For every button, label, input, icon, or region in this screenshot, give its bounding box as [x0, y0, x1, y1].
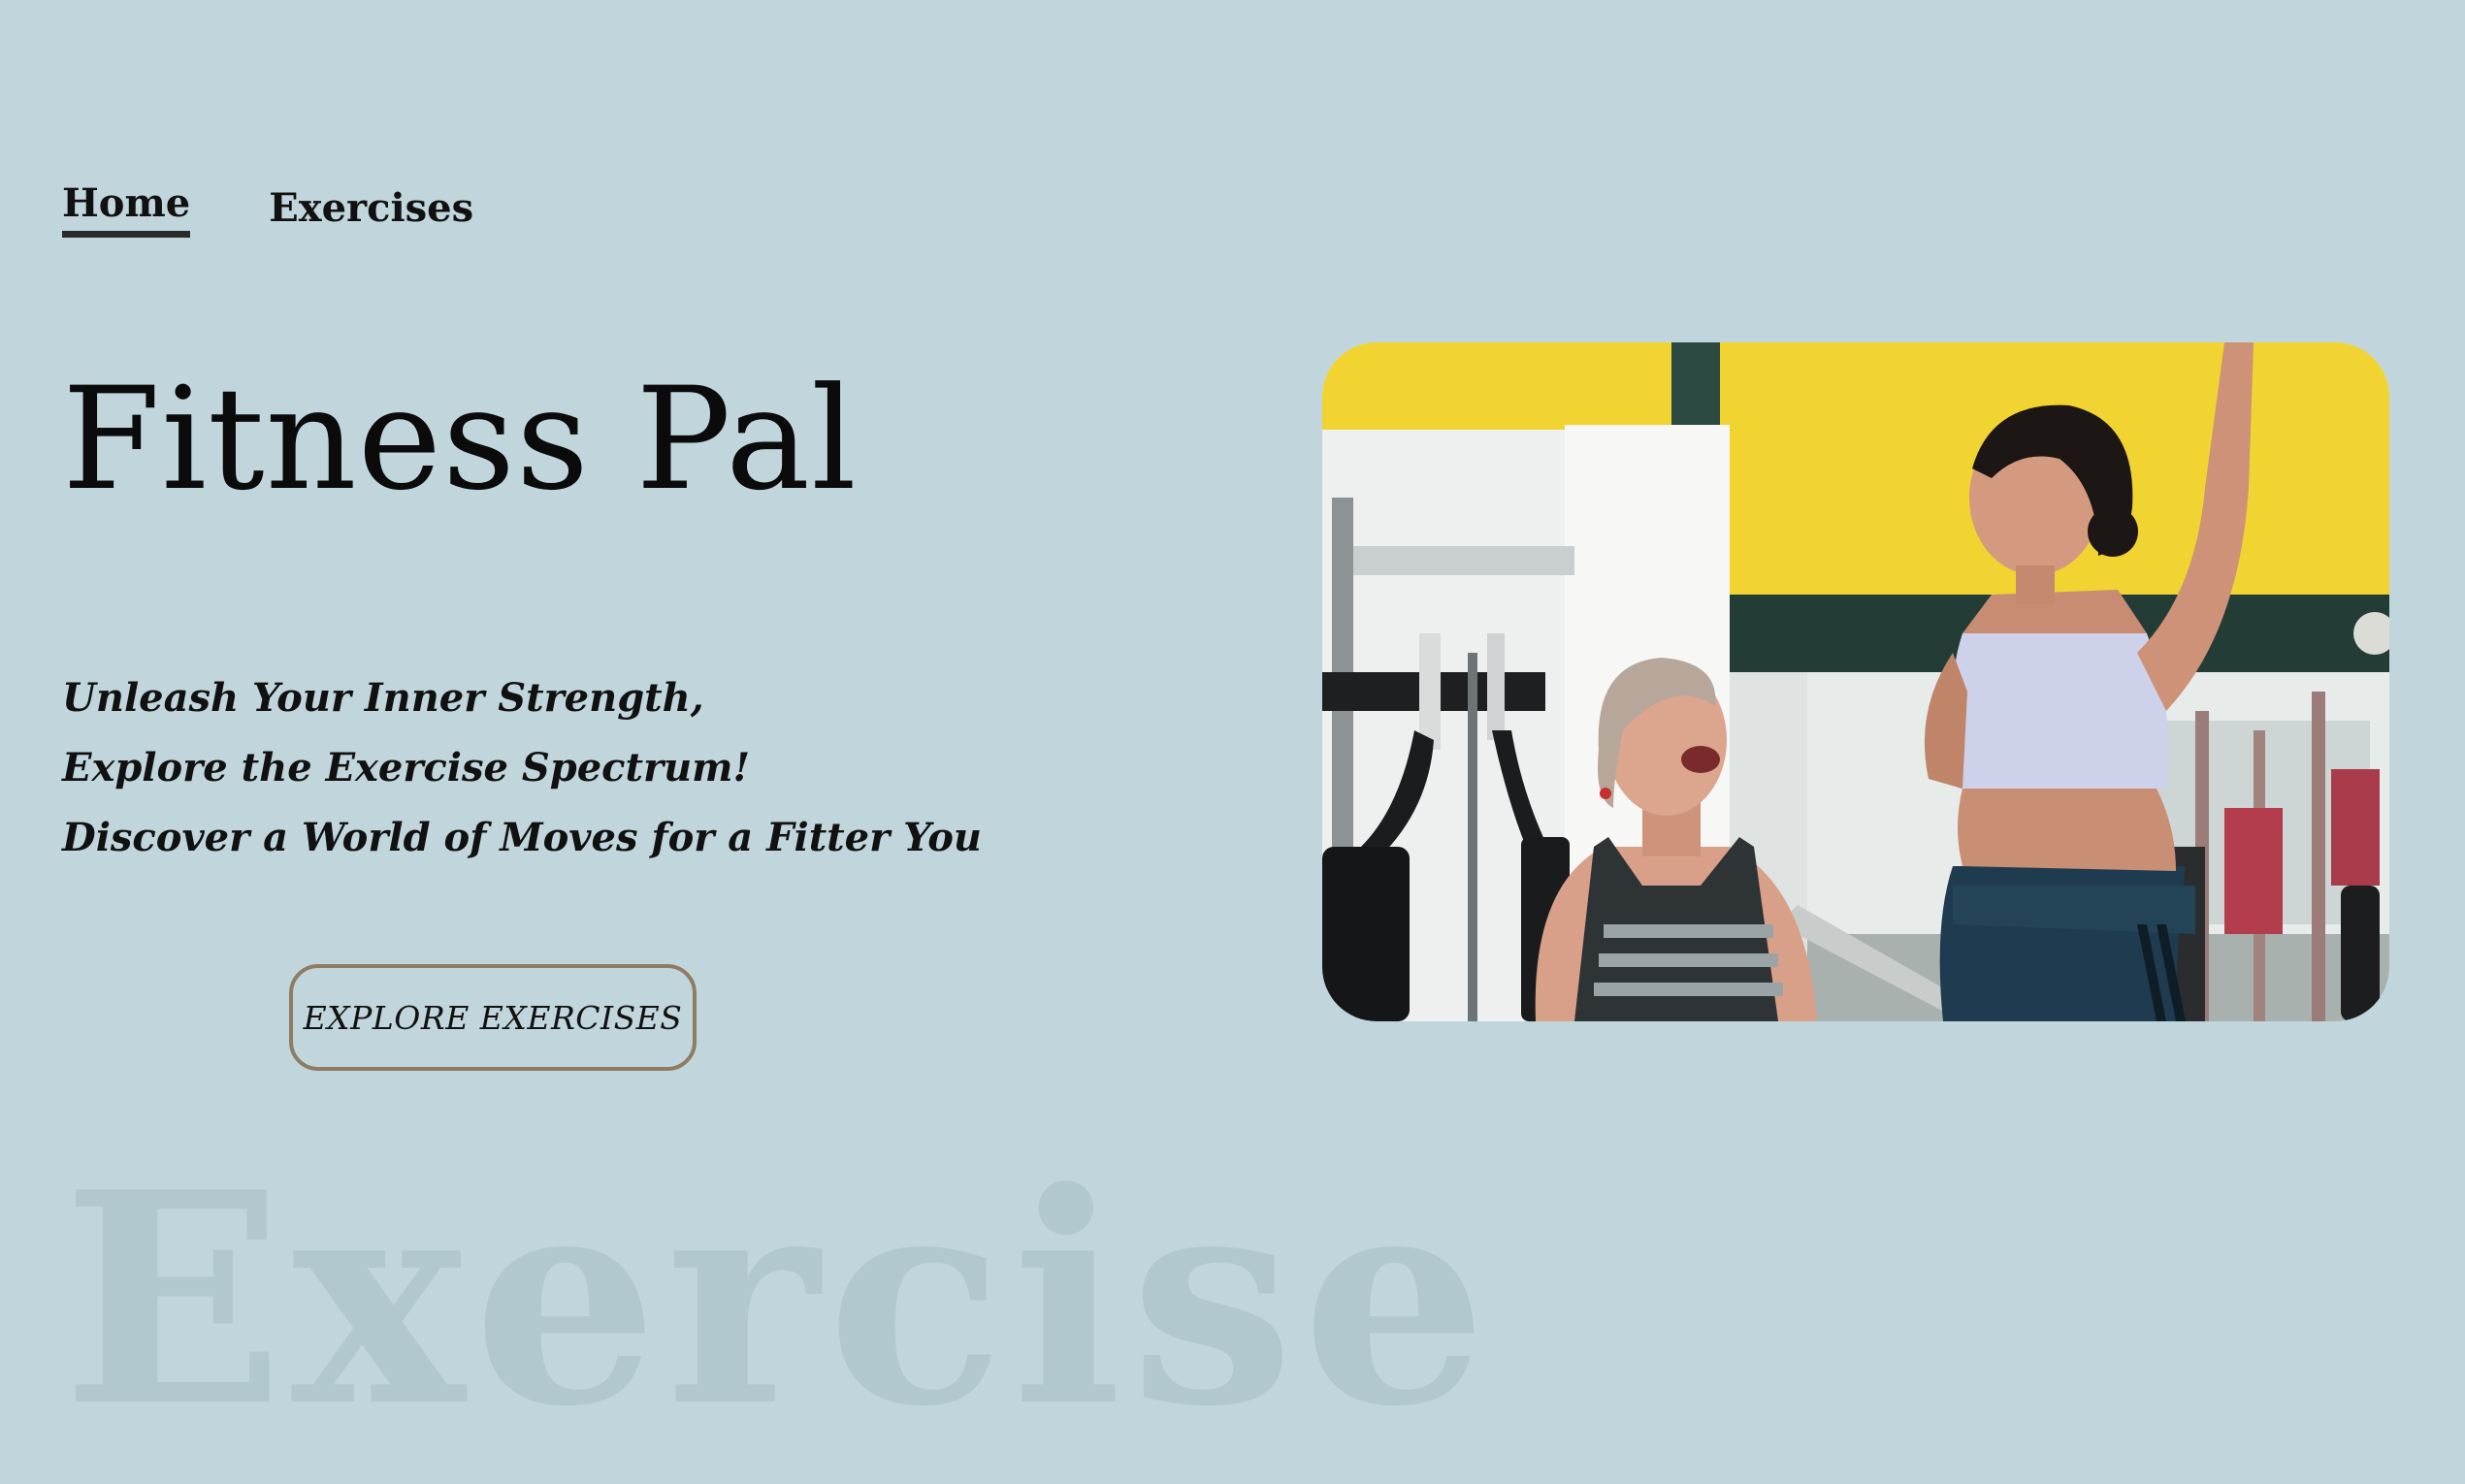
- hero-tagline: Unleash Your Inner Strength, Explore the…: [62, 663, 982, 873]
- tagline-line-1: Unleash Your Inner Strength,: [62, 675, 704, 721]
- tagline-line-3: Discover a World of Moves for a Fitter Y…: [62, 815, 982, 860]
- main-nav: Home Exercises: [62, 184, 473, 238]
- explore-exercises-button[interactable]: EXPLORE EXERCISES: [289, 964, 697, 1071]
- nav-exercises-link[interactable]: Exercises: [269, 189, 473, 238]
- hero-gym-photo: [1322, 342, 2389, 1021]
- nav-home-link[interactable]: Home: [62, 184, 191, 238]
- page-title: Fitness Pal: [62, 357, 858, 522]
- background-watermark-text: Exercise: [62, 1128, 1495, 1470]
- tagline-line-2: Explore the Exercise Spectrum!: [62, 745, 751, 790]
